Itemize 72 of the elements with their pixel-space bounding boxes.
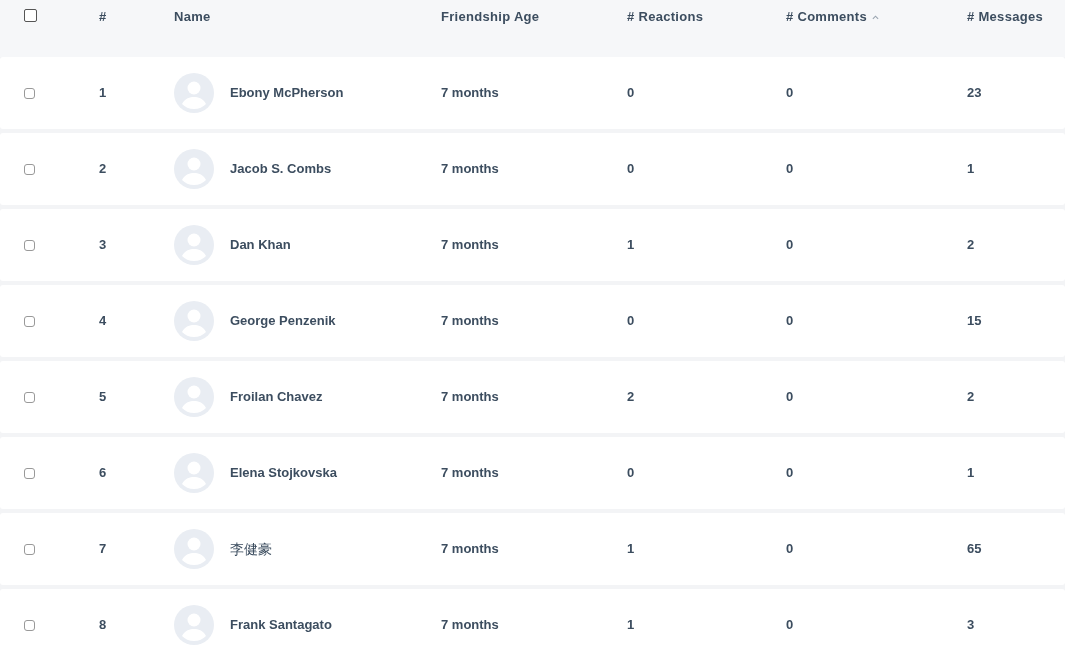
friend-name: 李健豪: [230, 539, 272, 559]
messages-count: 15: [967, 312, 982, 331]
row-number: 3: [99, 236, 107, 255]
row-number: 1: [99, 84, 107, 103]
row-number: 8: [99, 616, 107, 635]
comments-count: 0: [786, 464, 794, 483]
column-header[interactable]: #: [99, 9, 174, 25]
friend-name: George Penzenik: [230, 312, 336, 331]
comments-count: 0: [786, 312, 794, 331]
comments-count: 0: [786, 160, 794, 179]
row-number: 7: [99, 540, 107, 559]
table-row[interactable]: 5 Froilan Chavez 7 months 2 0 2: [0, 361, 1065, 433]
comments-count: 0: [786, 540, 794, 559]
table-row[interactable]: 8 Frank Santagato 7 months 1 0 3: [0, 589, 1065, 654]
reactions-count: 0: [627, 312, 635, 331]
friendship-age: 7 months: [441, 312, 499, 331]
comments-count: 0: [786, 388, 794, 407]
table-row[interactable]: 6 Elena Stojkovska 7 months 0 0 1: [0, 437, 1065, 509]
reactions-count: 2: [627, 388, 635, 407]
reactions-count: 1: [627, 540, 635, 559]
table-row[interactable]: 2 Jacob S. Combs 7 months 0 0 1: [0, 133, 1065, 205]
checkbox[interactable]: [24, 391, 35, 403]
checkbox[interactable]: [24, 163, 35, 175]
friend-name: Elena Stojkovska: [230, 464, 337, 483]
friendship-age: 7 months: [441, 464, 499, 483]
table-row[interactable]: 7 李健豪 7 months 1 0 65: [0, 513, 1065, 585]
comments-count: 0: [786, 616, 794, 635]
column-header[interactable]: Name: [174, 9, 441, 25]
messages-count: 1: [967, 464, 975, 483]
checkbox[interactable]: [24, 315, 35, 327]
row-number: 4: [99, 312, 107, 331]
messages-count: 23: [967, 84, 982, 103]
table-row[interactable]: 1 Ebony McPherson 7 months 0 0 23: [0, 57, 1065, 129]
row-number: 6: [99, 464, 107, 483]
friendship-age: 7 months: [441, 84, 499, 103]
friend-name: Frank Santagato: [230, 616, 332, 635]
friendship-age: 7 months: [441, 388, 499, 407]
sort-up-icon: [872, 14, 880, 20]
messages-count: 65: [967, 540, 982, 559]
checkbox[interactable]: [24, 543, 35, 555]
reactions-count: 0: [627, 160, 635, 179]
checkbox[interactable]: [24, 619, 35, 631]
reactions-count: 1: [627, 616, 635, 635]
comments-count: 0: [786, 236, 794, 255]
friendship-age: 7 months: [441, 236, 499, 255]
checkbox[interactable]: [24, 87, 35, 99]
checkbox[interactable]: [24, 467, 35, 479]
friend-name: Ebony McPherson: [230, 84, 344, 103]
comments-count: 0: [786, 84, 794, 103]
reactions-count: 0: [627, 84, 635, 103]
column-header[interactable]: # Comments: [786, 9, 967, 25]
friend-name: Froilan Chavez: [230, 388, 323, 407]
friend-name: Jacob S. Combs: [230, 160, 332, 179]
column-header[interactable]: # Messages: [967, 9, 1065, 25]
checkbox[interactable]: [24, 239, 35, 251]
column-header[interactable]: # Reactions: [627, 9, 786, 25]
row-number: 5: [99, 388, 107, 407]
table-row[interactable]: 3 Dan Khan 7 months 1 0 2: [0, 209, 1065, 281]
column-header[interactable]: Friendship Age: [441, 9, 627, 25]
reactions-count: 0: [627, 464, 635, 483]
reactions-count: 1: [627, 236, 635, 255]
messages-count: 2: [967, 236, 975, 255]
row-number: 2: [99, 160, 107, 179]
friendship-age: 7 months: [441, 616, 499, 635]
checkbox[interactable]: [24, 9, 37, 22]
messages-count: 3: [967, 616, 975, 635]
friendship-age: 7 months: [441, 540, 499, 559]
table-row[interactable]: 4 George Penzenik 7 months 0 0 15: [0, 285, 1065, 357]
messages-count: 1: [967, 160, 975, 179]
friend-name: Dan Khan: [230, 236, 291, 255]
friendship-age: 7 months: [441, 160, 499, 179]
messages-count: 2: [967, 388, 975, 407]
